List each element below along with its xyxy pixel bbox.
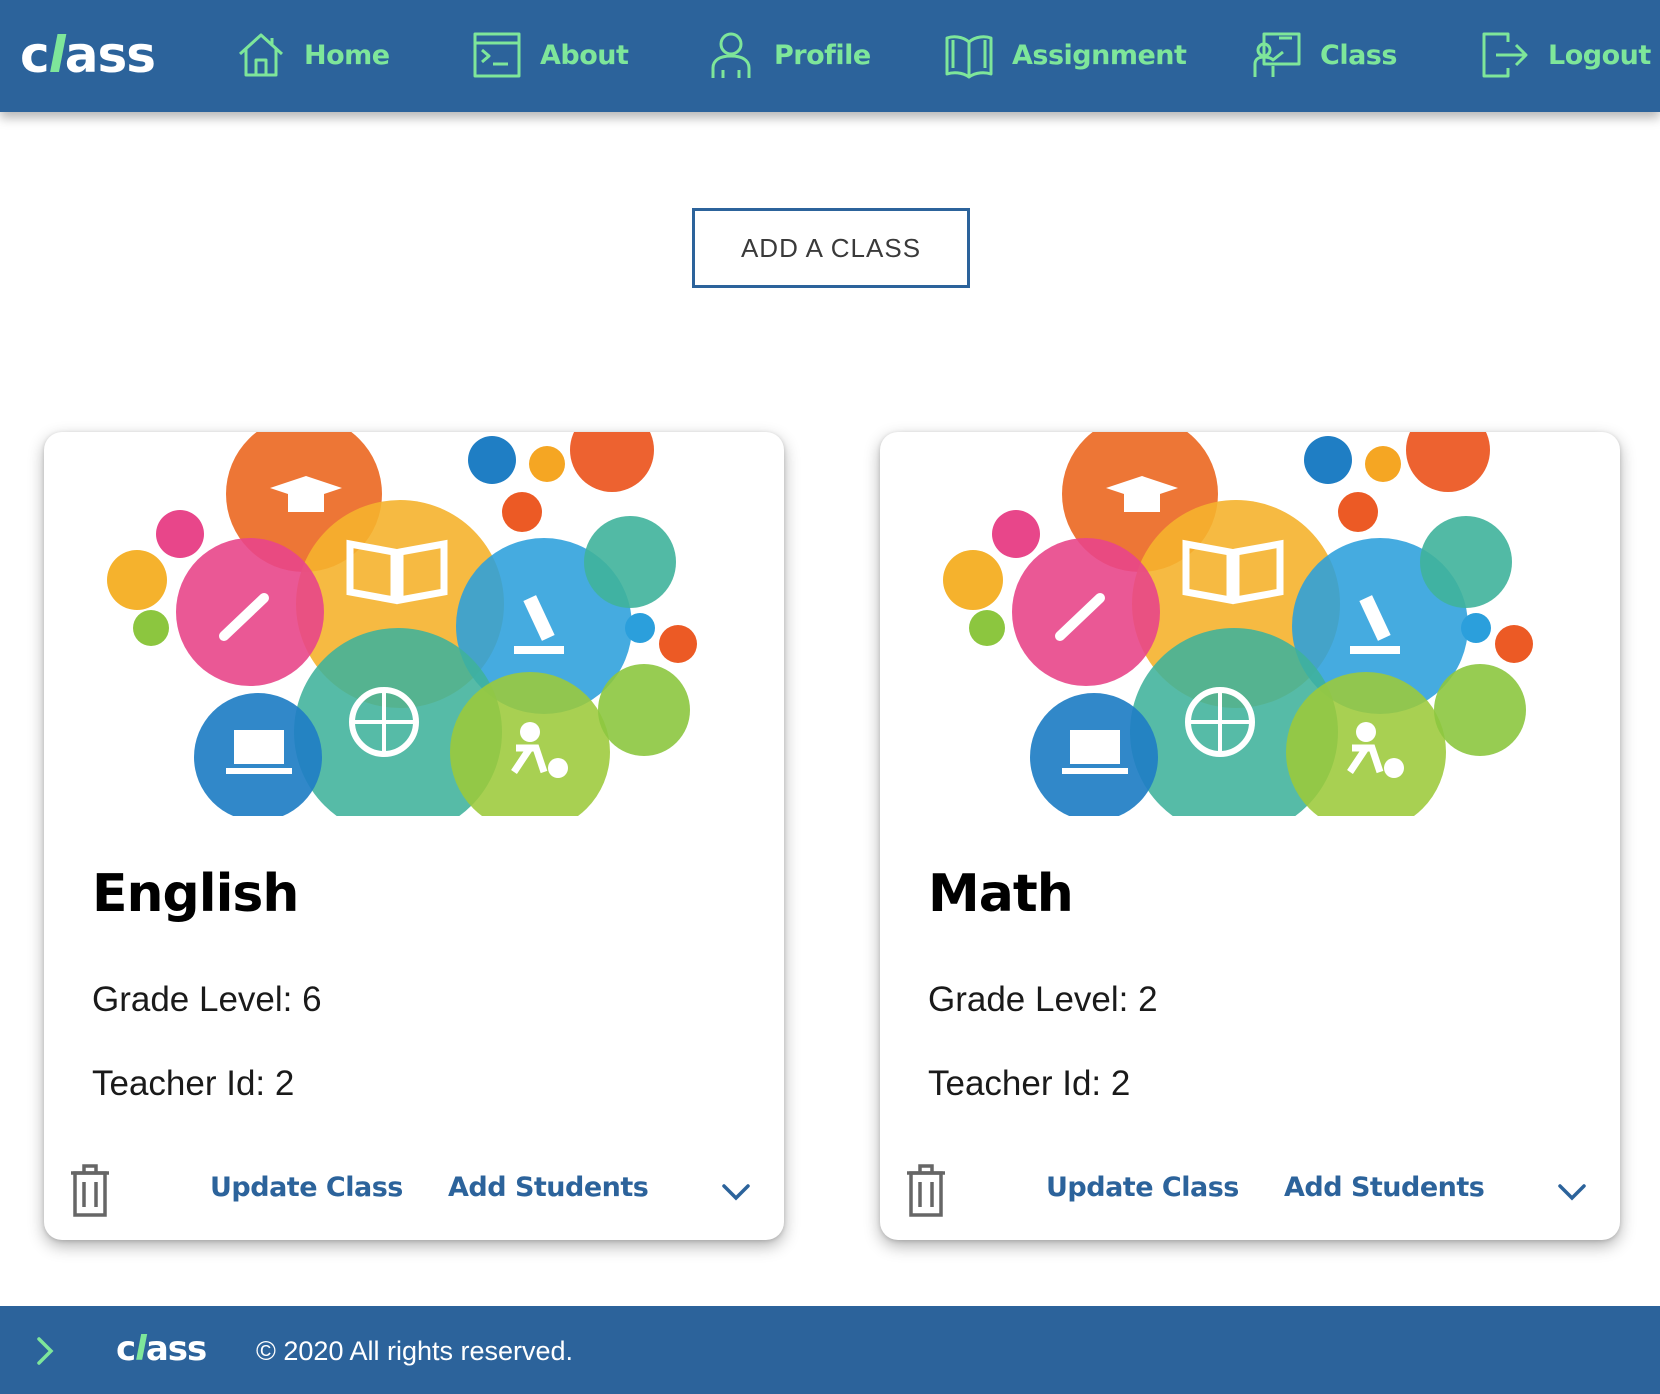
nav-profile-label: Profile bbox=[774, 39, 871, 71]
add-students-button[interactable]: Add Students bbox=[448, 1172, 649, 1203]
nav-about-label: About bbox=[540, 39, 629, 71]
trash-icon[interactable] bbox=[904, 1162, 948, 1218]
nav-about[interactable]: About bbox=[472, 22, 629, 88]
nav-assignment-label: Assignment bbox=[1012, 39, 1187, 71]
grade-level: Grade Level: 2 bbox=[928, 980, 1158, 1019]
education-subjects-illustration bbox=[943, 432, 1533, 816]
nav-home-label: Home bbox=[304, 39, 390, 71]
update-class-button[interactable]: Update Class bbox=[210, 1172, 403, 1203]
copyright-text: © 2020 All rights reserved. bbox=[256, 1336, 574, 1366]
chevron-right-icon[interactable] bbox=[30, 1334, 60, 1368]
footer-logo-prefix: c bbox=[116, 1329, 136, 1369]
logo-suffix: ass bbox=[64, 26, 156, 84]
nav-logout-label: Logout bbox=[1548, 39, 1651, 71]
nav-assignment[interactable]: Assignment bbox=[944, 22, 1187, 88]
card-actions: Update Class Add Students bbox=[880, 1160, 1620, 1224]
add-students-button[interactable]: Add Students bbox=[1284, 1172, 1485, 1203]
open-book-icon bbox=[945, 35, 993, 79]
footer-logo-accent: l bbox=[135, 1329, 147, 1369]
class-title: English bbox=[92, 864, 299, 924]
logout-icon bbox=[1482, 32, 1528, 78]
nav-logout[interactable]: Logout bbox=[1480, 22, 1651, 88]
card-actions: Update Class Add Students bbox=[44, 1160, 784, 1224]
class-card: Math Grade Level: 2 Teacher Id: 2 Update… bbox=[880, 432, 1620, 1240]
footer-logo-suffix: ass bbox=[145, 1329, 207, 1369]
app-logo[interactable]: class bbox=[20, 22, 156, 88]
teacher-id: Teacher Id: 2 bbox=[92, 1064, 295, 1103]
top-navbar: class Home About Profile Assignment Clas… bbox=[0, 0, 1660, 112]
terminal-window-icon bbox=[473, 32, 521, 78]
grade-level: Grade Level: 6 bbox=[92, 980, 322, 1019]
teacher-id: Teacher Id: 2 bbox=[928, 1064, 1131, 1103]
nav-class[interactable]: Class bbox=[1252, 22, 1397, 88]
chevron-down-icon[interactable] bbox=[1554, 1174, 1590, 1210]
class-title: Math bbox=[928, 864, 1074, 924]
logo-accent: l bbox=[48, 26, 66, 84]
education-subjects-illustration bbox=[107, 432, 697, 816]
nav-class-label: Class bbox=[1320, 39, 1397, 71]
trash-icon[interactable] bbox=[68, 1162, 112, 1218]
nav-profile[interactable]: Profile bbox=[706, 22, 871, 88]
update-class-button[interactable]: Update Class bbox=[1046, 1172, 1239, 1203]
logo-prefix: c bbox=[20, 26, 50, 84]
add-class-button[interactable]: ADD A CLASS bbox=[692, 208, 970, 288]
user-icon bbox=[711, 32, 751, 78]
chevron-down-icon[interactable] bbox=[718, 1174, 754, 1210]
footer-logo[interactable]: class bbox=[116, 1324, 207, 1374]
home-icon bbox=[238, 33, 284, 77]
teacher-board-icon bbox=[1253, 32, 1301, 77]
nav-home[interactable]: Home bbox=[236, 22, 390, 88]
class-card: English Grade Level: 6 Teacher Id: 2 Upd… bbox=[44, 432, 784, 1240]
footer: class © 2020 All rights reserved. bbox=[0, 1306, 1660, 1394]
